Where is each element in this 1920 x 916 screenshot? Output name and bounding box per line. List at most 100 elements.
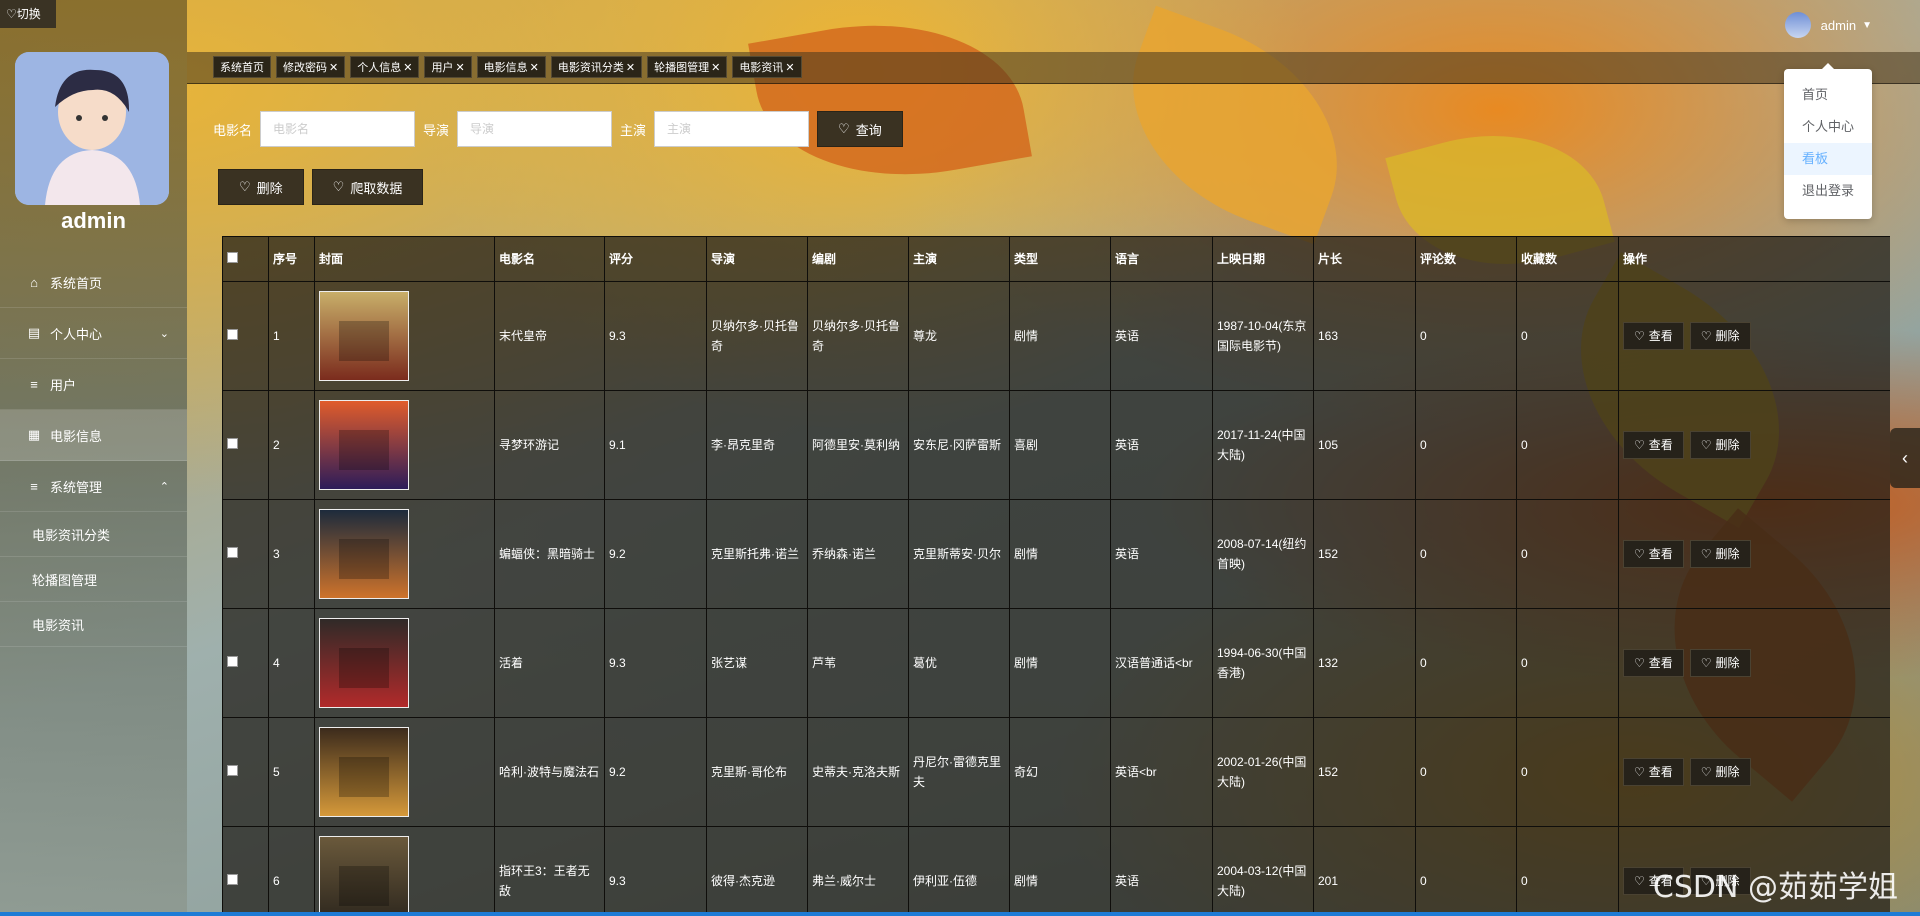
tab-label: 电影资讯 — [739, 62, 784, 74]
tab-personal-info[interactable]: 个人信息 ✕ — [350, 56, 420, 78]
chevron-left-icon: ‹ — [1902, 447, 1908, 468]
row-checkbox-cell[interactable] — [222, 390, 269, 500]
row-checkbox[interactable] — [227, 874, 238, 885]
row-checkbox-cell[interactable] — [222, 608, 269, 718]
view-button[interactable]: ♡ 查看 — [1623, 649, 1684, 677]
view-button[interactable]: ♡ 查看 — [1623, 322, 1684, 350]
cell-score: 9.3 — [604, 608, 707, 718]
sidebar-item-users[interactable]: ≡ 用户 — [0, 359, 187, 410]
top-bar: admin ▼ — [187, 0, 1920, 52]
sidebar-subitem-news[interactable]: 电影资讯 — [0, 602, 187, 647]
crawl-data-button[interactable]: ♡ 爬取数据 — [311, 169, 424, 205]
movie-poster — [319, 836, 409, 916]
delete-button[interactable]: ♡ 删除 — [1689, 431, 1751, 459]
delete-button[interactable]: ♡ 删除 — [1689, 322, 1751, 350]
tab-label: 系统首页 — [220, 62, 264, 74]
sidebar-item-profile[interactable]: ▤ 个人中心 ⌄ — [0, 308, 187, 359]
sidebar-item-label: 用户 — [50, 377, 77, 393]
col-header-index: 序号 — [268, 236, 315, 282]
sidebar-subitem-news-category[interactable]: 电影资讯分类 — [0, 512, 187, 557]
view-button[interactable]: ♡ 查看 — [1623, 431, 1684, 459]
cell-score: 9.2 — [604, 717, 707, 827]
collapse-handle[interactable]: ‹ — [1890, 428, 1920, 488]
chevron-up-icon: ⌃ — [159, 480, 169, 493]
sidebar-item-label: 电影信息 — [50, 428, 103, 444]
heart-icon: ♡ — [1634, 438, 1645, 452]
dropdown-item-profile[interactable]: 个人中心 — [1784, 111, 1872, 143]
close-icon[interactable]: ✕ — [329, 62, 338, 74]
close-icon[interactable]: ✕ — [711, 62, 720, 74]
sidebar-item-system[interactable]: ≡ 系统管理 ⌃ — [0, 461, 187, 512]
close-icon[interactable]: ✕ — [785, 62, 794, 74]
select-all-checkbox[interactable] — [227, 252, 238, 263]
sidebar-item-home[interactable]: ⌂ 系统首页 — [0, 257, 187, 308]
cell-length: 132 — [1313, 608, 1416, 718]
cell-length: 152 — [1313, 717, 1416, 827]
row-checkbox[interactable] — [227, 547, 238, 558]
col-header-actions: 操作 — [1618, 236, 1890, 282]
caret-down-icon: ▼ — [1862, 19, 1872, 31]
dropdown-item-home[interactable]: 首页 — [1784, 79, 1872, 111]
row-checkbox[interactable] — [227, 656, 238, 667]
row-checkbox-cell[interactable] — [222, 826, 269, 916]
delete-button[interactable]: ♡ 删除 — [1689, 540, 1751, 568]
tab-news-category[interactable]: 电影资讯分类 ✕ — [550, 56, 643, 78]
batch-delete-button[interactable]: ♡ 删除 — [218, 169, 304, 205]
row-checkbox-cell[interactable] — [222, 499, 269, 609]
row-checkbox-cell[interactable] — [222, 717, 269, 827]
cell-index: 1 — [268, 281, 315, 391]
dropdown-item-logout[interactable]: 退出登录 — [1784, 175, 1872, 207]
tab-home[interactable]: 系统首页 — [213, 56, 271, 78]
cell-language: 英语 — [1110, 826, 1213, 916]
close-icon[interactable]: ✕ — [403, 62, 412, 74]
switch-label: 切换 — [16, 7, 41, 21]
col-header-score: 评分 — [604, 236, 707, 282]
cast-input[interactable] — [654, 111, 810, 147]
search-button[interactable]: ♡ 查询 — [817, 111, 903, 147]
tab-change-password[interactable]: 修改密码 ✕ — [276, 56, 346, 78]
close-icon[interactable]: ✕ — [530, 62, 539, 74]
crawl-data-label: 爬取数据 — [350, 180, 403, 196]
movie-name-input[interactable] — [260, 111, 416, 147]
view-button[interactable]: ♡ 查看 — [1623, 758, 1684, 786]
sidebar-item-movies[interactable]: ▦ 电影信息 — [0, 410, 187, 461]
cell-favorites: 0 — [1516, 717, 1619, 827]
top-user-menu[interactable]: admin ▼ — [1784, 12, 1872, 38]
view-button[interactable]: ♡ 查看 — [1623, 540, 1684, 568]
col-header-writer: 编剧 — [807, 236, 909, 282]
cell-language: 汉语普通话<br — [1110, 608, 1213, 718]
cell-genre: 喜剧 — [1009, 390, 1111, 500]
tab-label: 轮播图管理 — [654, 62, 710, 74]
bottom-scrollbar[interactable] — [0, 912, 1920, 916]
select-all-checkbox-cell[interactable] — [222, 236, 269, 282]
close-icon[interactable]: ✕ — [455, 62, 464, 74]
delete-button[interactable]: ♡ 删除 — [1689, 758, 1751, 786]
dropdown-item-dashboard[interactable]: 看板 — [1784, 143, 1872, 175]
cell-release-date: 2017-11-24(中国大陆) — [1212, 390, 1314, 500]
sidebar-subitem-carousel[interactable]: 轮播图管理 — [0, 557, 187, 602]
row-checkbox[interactable] — [227, 329, 238, 340]
delete-label: 删除 — [1715, 765, 1740, 779]
tab-users[interactable]: 用户 ✕ — [424, 56, 472, 78]
grid-icon: ▦ — [27, 427, 41, 442]
row-checkbox[interactable] — [227, 438, 238, 449]
table-row: 1 末代皇帝 9.3 贝纳尔多·贝托鲁奇 贝纳尔多·贝托鲁奇 尊龙 剧情 英语 … — [222, 281, 1890, 391]
cell-score: 9.1 — [604, 390, 707, 500]
movie-poster — [319, 509, 409, 599]
cell-index: 6 — [268, 826, 315, 916]
director-label: 导演 — [423, 122, 450, 138]
heart-icon: ♡ — [1700, 765, 1712, 779]
tab-carousel[interactable]: 轮播图管理 ✕ — [647, 56, 728, 78]
cell-actions: ♡ 查看 ♡ 删除 — [1618, 390, 1890, 500]
director-input[interactable] — [457, 111, 613, 147]
tab-news[interactable]: 电影资讯 ✕ — [732, 56, 802, 78]
switch-button[interactable]: ♡切换 — [0, 0, 56, 28]
close-icon[interactable]: ✕ — [626, 62, 635, 74]
row-checkbox-cell[interactable] — [222, 281, 269, 391]
tab-movie-info[interactable]: 电影信息 ✕ — [476, 56, 546, 78]
cell-language: 英语 — [1110, 499, 1213, 609]
row-checkbox[interactable] — [227, 765, 238, 776]
cell-cast: 尊龙 — [908, 281, 1010, 391]
cell-actions: ♡ 查看 ♡ 删除 — [1618, 281, 1890, 391]
delete-button[interactable]: ♡ 删除 — [1689, 649, 1751, 677]
